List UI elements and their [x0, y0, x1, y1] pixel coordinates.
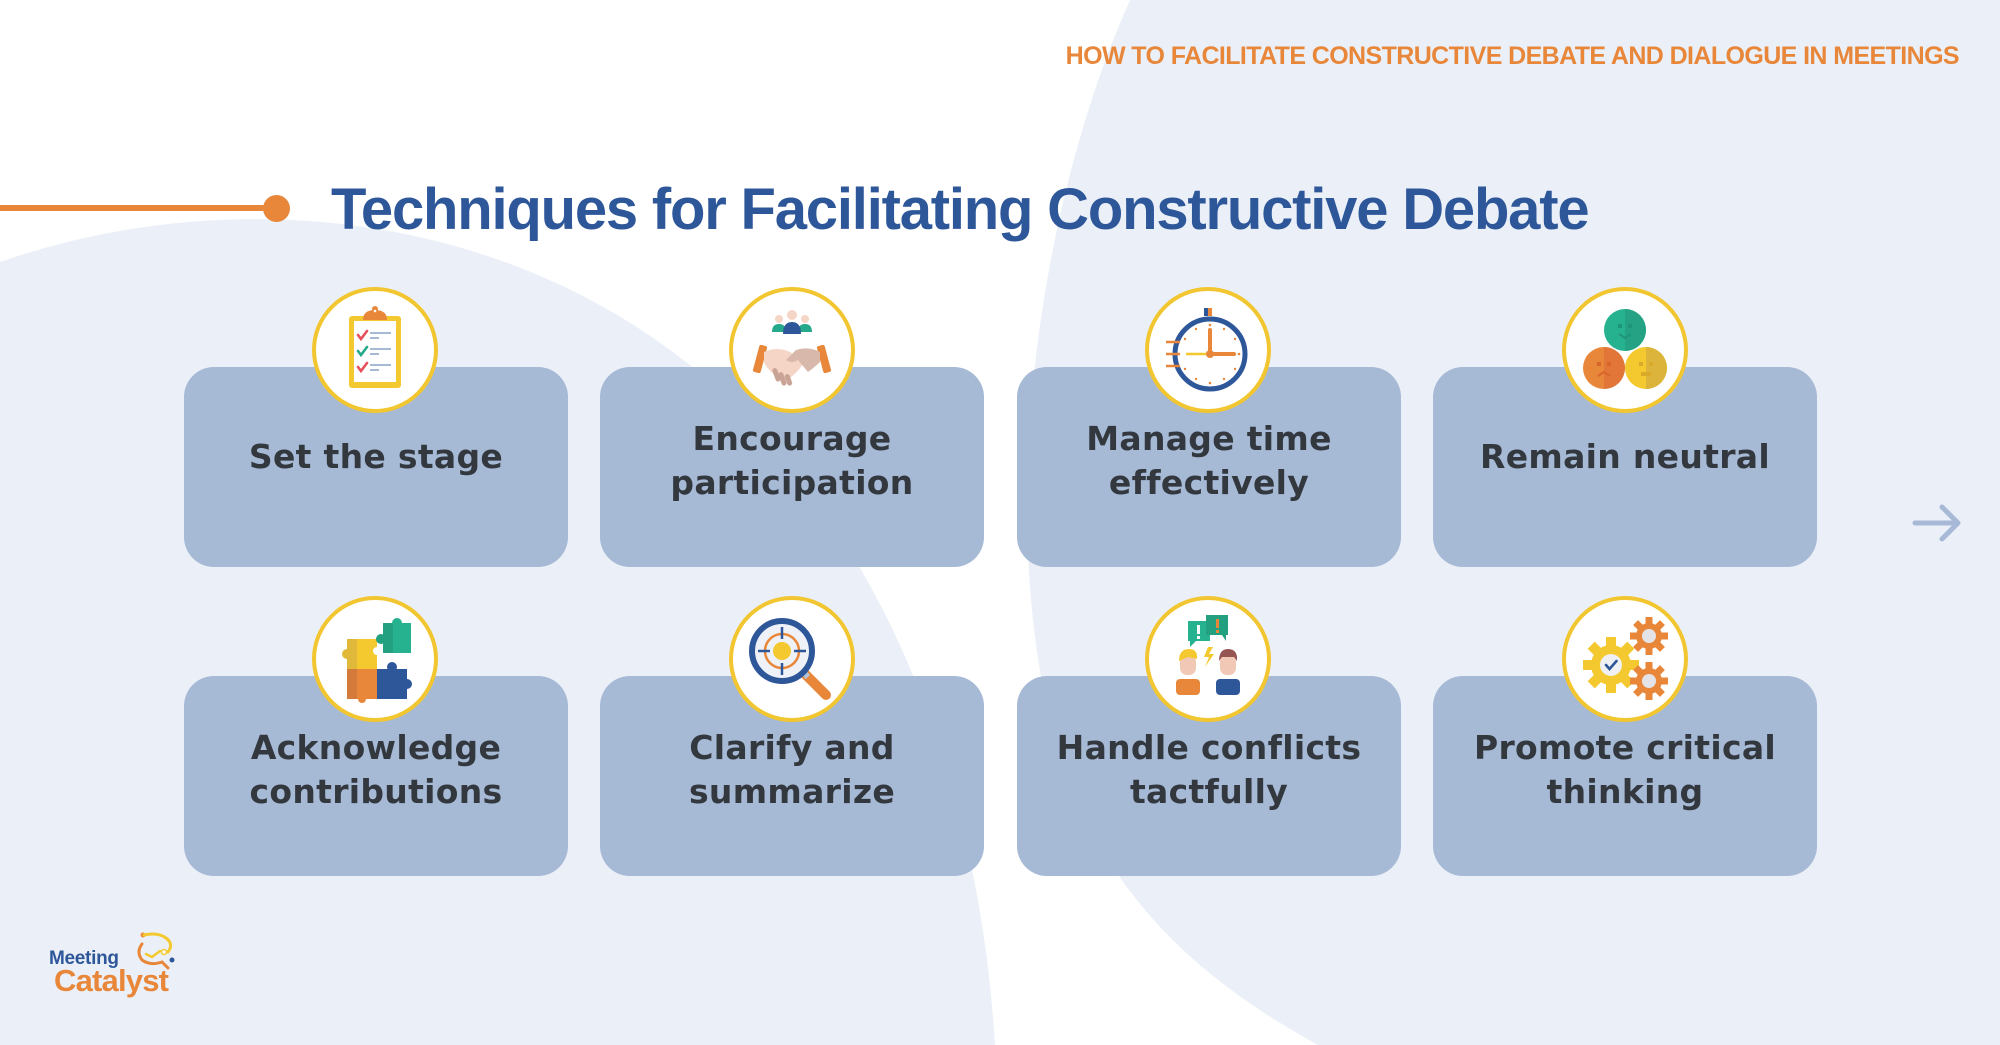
technique-label-line: summarize	[688, 772, 896, 811]
technique-label: Clarify and summarize	[600, 726, 984, 814]
technique-label: Handle conflicts tactfully	[1017, 726, 1401, 814]
technique-label-line: Handle conflicts	[1056, 728, 1362, 767]
technique-label-line: Manage time	[1086, 419, 1332, 458]
title-accent-line	[0, 205, 270, 211]
technique-label-line: participation	[670, 463, 914, 502]
technique-label: Remain neutral	[1433, 435, 1817, 479]
logo-text-catalyst: Catalyst	[54, 963, 169, 998]
technique-label-line: thinking	[1546, 772, 1704, 811]
technique-label-line: tactfully	[1129, 772, 1289, 811]
badge-faces	[1562, 287, 1688, 413]
technique-label: Promote critical thinking	[1433, 726, 1817, 814]
puzzle-pieces-icon	[342, 618, 412, 703]
badge-magnifier	[729, 596, 855, 722]
technique-label-line: Promote critical	[1473, 728, 1776, 767]
badge-conflict	[1145, 596, 1271, 722]
title-accent-dot	[263, 195, 290, 222]
stopwatch-icon	[1166, 308, 1248, 392]
clipboard-checklist-icon	[349, 306, 401, 388]
page-subtitle: HOW TO FACILITATE CONSTRUCTIVE DEBATE AN…	[1065, 42, 1960, 70]
faces-mood-icon	[1583, 309, 1667, 389]
technique-label-line: Set the stage	[248, 437, 504, 476]
technique-label: Manage time effectively	[1017, 417, 1401, 505]
magnifier-target-icon	[749, 618, 831, 700]
technique-label-line: Encourage	[692, 419, 892, 458]
technique-label-line: contributions	[249, 772, 503, 811]
people-conflict-icon	[1176, 615, 1240, 695]
badge-gears	[1562, 596, 1688, 722]
gears-check-icon	[1583, 617, 1668, 700]
technique-label-line: Acknowledge	[250, 728, 502, 767]
technique-label-line: Clarify and	[689, 728, 895, 767]
logo: Meeting Catalyst	[46, 930, 186, 1000]
technique-label: Set the stage	[184, 435, 568, 479]
arrow-right-icon[interactable]	[1910, 500, 1966, 546]
technique-label: Acknowledge contributions	[184, 726, 568, 814]
badge-clipboard	[312, 287, 438, 413]
badge-handshake	[729, 287, 855, 413]
page-title: Techniques for Facilitating Constructive…	[331, 177, 1590, 242]
technique-label-line: Remain neutral	[1480, 437, 1770, 476]
handshake-group-icon	[752, 310, 832, 386]
badge-stopwatch	[1145, 287, 1271, 413]
badge-puzzle	[312, 596, 438, 722]
technique-label-line: effectively	[1108, 463, 1310, 502]
technique-label: Encourage participation	[600, 417, 984, 505]
